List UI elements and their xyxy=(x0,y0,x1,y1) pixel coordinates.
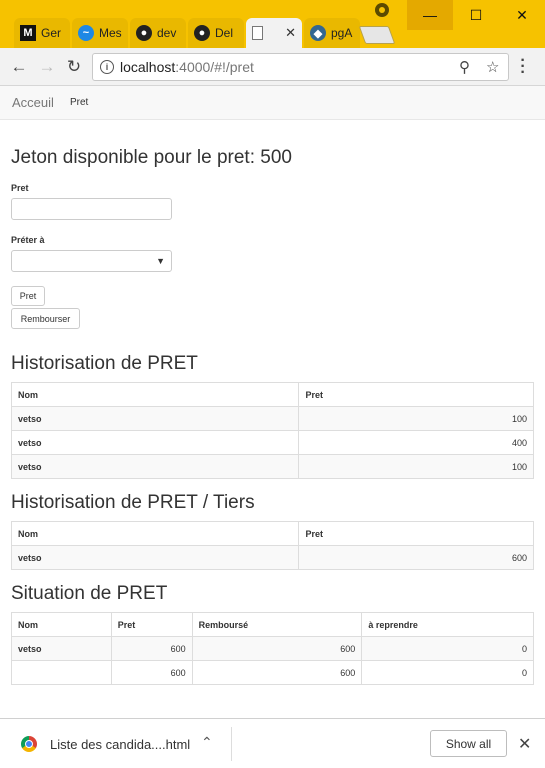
info-icon[interactable]: i xyxy=(100,60,114,74)
tab-label: Del xyxy=(215,26,234,40)
cell-nom: vetso xyxy=(10,406,300,431)
pret-label: Pret xyxy=(11,183,29,193)
table-row: vetso 600 600 0 xyxy=(11,636,534,661)
chevron-down-icon: ▼ xyxy=(156,256,165,266)
chevron-up-icon[interactable]: ⌃ xyxy=(201,734,213,751)
cell-nom: vetso xyxy=(11,636,112,661)
table-row: vetso 600 xyxy=(10,545,534,570)
page-title: Jeton disponible pour le pret: 500 xyxy=(11,147,292,168)
github-icon: ● xyxy=(194,25,210,41)
cell-pret: 600 xyxy=(110,660,193,685)
table-row: vetso 400 xyxy=(10,430,534,455)
cell-rembourse: 600 xyxy=(191,636,363,661)
history-tiers-table: Nom Pret vetso 600 xyxy=(10,521,534,570)
tab-label: Ger xyxy=(41,26,62,40)
table-row: 600 600 0 xyxy=(11,660,534,685)
column-header: Nom xyxy=(10,521,300,546)
preter-select[interactable]: ▼ xyxy=(11,250,172,272)
tab-pgadmin[interactable]: ◆ pgA xyxy=(304,18,360,48)
show-all-button[interactable]: Show all xyxy=(430,730,507,757)
situation-title: Situation de PRET xyxy=(11,583,168,604)
pret-input[interactable] xyxy=(11,198,172,220)
divider xyxy=(231,727,232,761)
cell-reprendre: 0 xyxy=(361,660,534,685)
chrome-icon xyxy=(21,736,37,752)
minimize-icon[interactable]: — xyxy=(407,0,453,30)
rembourser-button[interactable]: Rembourser xyxy=(11,308,80,329)
back-icon[interactable]: ← xyxy=(9,57,29,77)
menu-icon[interactable]: · · · xyxy=(518,53,528,81)
preter-label: Préter à xyxy=(11,235,45,245)
cell-reprendre: 0 xyxy=(361,636,534,661)
history-title: Historisation de PRET xyxy=(11,353,198,374)
column-header: Remboursé xyxy=(191,612,363,637)
cell-pret: 400 xyxy=(298,430,534,455)
url-path: :4000/#!/pret xyxy=(175,59,254,75)
title-bar: M Ger ~ Mes ● dev ● Del ✕ ◆ pgA — ☐ ✕ xyxy=(0,0,545,48)
column-header: Nom xyxy=(10,382,300,407)
nav-pret-link[interactable]: Pret xyxy=(70,97,88,108)
table-header-row: Nom Pret Remboursé à reprendre xyxy=(11,612,534,637)
cell-pret: 100 xyxy=(298,406,534,431)
zoom-icon[interactable]: ⚲ xyxy=(459,58,470,76)
tab-current[interactable]: ✕ xyxy=(246,18,302,48)
cell-pret: 600 xyxy=(110,636,193,661)
tab-label: dev xyxy=(157,26,177,40)
close-shelf-icon[interactable]: ✕ xyxy=(518,734,531,754)
app-navbar: Acceuil Pret xyxy=(0,86,545,120)
column-header: Pret xyxy=(110,612,193,637)
github-icon: ● xyxy=(136,25,152,41)
tab-github-del[interactable]: ● Del xyxy=(188,18,244,48)
nav-brand-link[interactable]: Acceuil xyxy=(12,95,54,110)
postgres-icon: ◆ xyxy=(310,25,326,41)
close-tab-icon[interactable]: ✕ xyxy=(285,25,296,41)
messenger-icon: ~ xyxy=(78,25,94,41)
table-header-row: Nom Pret xyxy=(10,382,534,407)
table-row: vetso 100 xyxy=(10,406,534,431)
browser-toolbar: ← → ↻ i localhost :4000/#!/pret ⚲ ☆ · · · xyxy=(0,48,545,86)
table-header-row: Nom Pret xyxy=(10,521,534,546)
cell-pret: 600 xyxy=(298,545,534,570)
address-bar[interactable]: i localhost :4000/#!/pret ⚲ ☆ xyxy=(92,53,509,81)
history-table: Nom Pret vetso 100 vetso 400 vetso 100 xyxy=(10,382,534,479)
tab-label: pgA xyxy=(331,26,353,40)
cell-nom xyxy=(11,660,112,685)
download-item[interactable]: Liste des candida....html xyxy=(50,737,190,752)
medium-icon: M xyxy=(20,25,36,41)
column-header: Pret xyxy=(298,382,534,407)
url-host: localhost xyxy=(120,59,176,75)
window-close-icon[interactable]: ✕ xyxy=(499,0,545,30)
forward-icon[interactable]: → xyxy=(37,57,57,77)
download-shelf: Liste des candida....html ⌃ Show all ✕ xyxy=(0,718,545,768)
history-tiers-title: Historisation de PRET / Tiers xyxy=(11,492,255,513)
tab-medium[interactable]: M Ger xyxy=(14,18,70,48)
page-icon xyxy=(252,26,263,40)
reload-icon[interactable]: ↻ xyxy=(64,57,84,77)
tab-label: Mes xyxy=(99,26,122,40)
column-header: Pret xyxy=(298,521,534,546)
cell-nom: vetso xyxy=(10,430,300,455)
cell-nom: vetso xyxy=(10,545,300,570)
table-row: vetso 100 xyxy=(10,454,534,479)
bookmark-star-icon[interactable]: ☆ xyxy=(486,58,499,76)
maximize-icon[interactable]: ☐ xyxy=(453,0,499,30)
cell-pret: 100 xyxy=(298,454,534,479)
new-tab-button[interactable] xyxy=(358,26,396,44)
column-header: à reprendre xyxy=(361,612,534,637)
pret-button[interactable]: Pret xyxy=(11,286,45,306)
situation-table: Nom Pret Remboursé à reprendre vetso 600… xyxy=(11,612,534,685)
profile-icon[interactable] xyxy=(375,3,389,17)
cell-rembourse: 600 xyxy=(191,660,363,685)
tab-github-dev[interactable]: ● dev xyxy=(130,18,186,48)
column-header: Nom xyxy=(11,612,112,637)
tab-messenger[interactable]: ~ Mes xyxy=(72,18,128,48)
cell-nom: vetso xyxy=(10,454,300,479)
